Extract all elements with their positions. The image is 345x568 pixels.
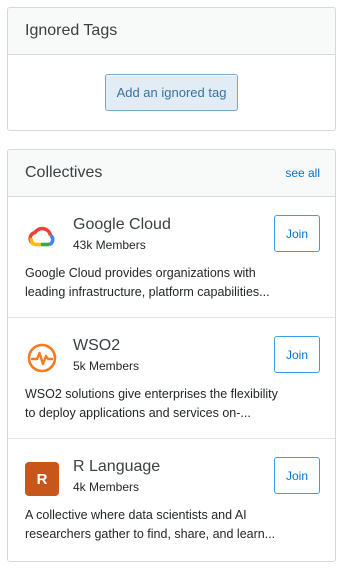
collectives-header: Collectives see all	[8, 150, 335, 197]
collective-members: 5k Members	[73, 359, 140, 373]
join-button[interactable]: Join	[274, 457, 320, 494]
google-cloud-logo-icon[interactable]	[25, 220, 59, 254]
join-button[interactable]: Join	[274, 336, 320, 373]
see-all-link[interactable]: see all	[285, 166, 320, 180]
collective-description: A collective where data scientists and A…	[25, 506, 317, 544]
add-ignored-tag-button[interactable]: Add an ignored tag	[104, 74, 239, 111]
collective-description-line: researchers gather to find, share, and l…	[25, 527, 276, 541]
collectives-title: Collectives	[25, 164, 103, 181]
ignored-tags-title: Ignored Tags	[25, 22, 118, 39]
collective-name[interactable]: WSO2	[73, 337, 120, 355]
wso2-logo-icon[interactable]	[25, 341, 59, 375]
join-button[interactable]: Join	[274, 215, 320, 252]
collective-description-line: Google Cloud provides organizations with	[25, 266, 256, 280]
r-language-logo-icon[interactable]: R	[25, 462, 59, 496]
ignored-tags-panel: Ignored Tags Add an ignored tag	[7, 7, 336, 131]
collective-description: Google Cloud provides organizations with…	[25, 264, 317, 302]
collective-description-line: to deploy applications and services on-.…	[25, 406, 251, 420]
collectives-panel: Collectives see all Google Cloud 43k Mem…	[7, 149, 336, 562]
r-language-logo-letter: R	[25, 462, 59, 496]
collective-description-line: WSO2 solutions give enterprises the flex…	[25, 387, 278, 401]
ignored-tags-header: Ignored Tags	[8, 8, 335, 55]
collective-description: WSO2 solutions give enterprises the flex…	[25, 385, 317, 423]
collective-item-r-language: R R Language 4k Members Join A collectiv…	[8, 439, 335, 560]
collective-item-google-cloud: Google Cloud 43k Members Join Google Clo…	[8, 197, 335, 318]
collective-description-line: A collective where data scientists and A…	[25, 508, 247, 522]
collective-description-line: leading infrastructure, platform capabil…	[25, 285, 270, 299]
collective-item-wso2: WSO2 5k Members Join WSO2 solutions give…	[8, 318, 335, 439]
collective-name[interactable]: Google Cloud	[73, 216, 171, 234]
ignored-tags-body: Add an ignored tag	[8, 55, 335, 130]
collective-members: 4k Members	[73, 480, 140, 494]
collective-name[interactable]: R Language	[73, 458, 160, 476]
collective-members: 43k Members	[73, 238, 146, 252]
